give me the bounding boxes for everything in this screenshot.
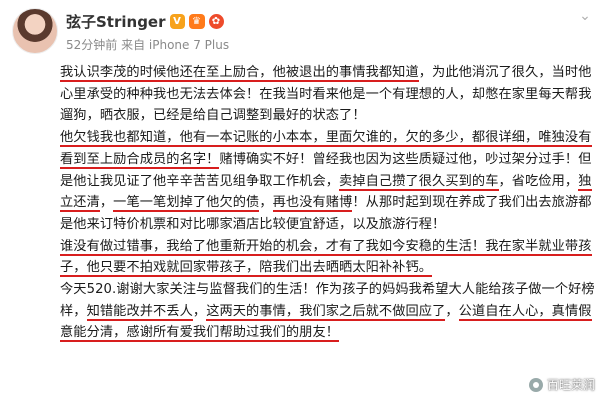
underlined-text: 我认识李茂的时候他还在至上励合，他被退出的事情我都知道 bbox=[60, 65, 419, 82]
post-paragraph: 我认识李茂的时候他还在至上励合，他被退出的事情我都知道，为此他消沉了很久，当时他… bbox=[60, 62, 600, 127]
avatar[interactable] bbox=[12, 8, 58, 54]
underlined-text: 一笔一笔划掉了他欠的债 bbox=[113, 195, 260, 213]
underlined-text: 再也没有赌博 bbox=[272, 195, 353, 213]
medal-badge-icon: ✿ bbox=[208, 14, 224, 29]
text-segment: ， bbox=[192, 303, 207, 319]
post-paragraph: 谁没有做过错事，我给了他重新开始的机会，才有了我如今安稳的生活！我在家半就业带孩… bbox=[60, 236, 600, 279]
underlined-text: 这两天的事情，我们家之后就不做回应了 bbox=[206, 303, 446, 321]
wechat-logo-icon bbox=[528, 377, 543, 392]
post-paragraph: 今天520.谢谢大家关注与监督我们的生活！作为孩子的妈妈我希望大人能给孩子做一个… bbox=[60, 279, 600, 344]
text-segment: ， bbox=[259, 195, 273, 211]
underlined-text: 谁没有做过错事，我给了他重新开始的机会，才有了我如今安稳的生活！我在家半就业带孩… bbox=[60, 238, 592, 278]
watermark-text: 百旺莱润 bbox=[546, 378, 595, 392]
post-meta: 52分钟前 来自 iPhone 7 Plus bbox=[66, 38, 230, 52]
verified-badge-icon: V bbox=[169, 14, 185, 29]
chevron-down-icon[interactable]: ⌄ bbox=[579, 9, 591, 23]
underlined-text: 卖掉自己攒了很久买到的车 bbox=[339, 173, 499, 191]
post-body: 我认识李茂的时候他还在至上励合，他被退出的事情我都知道，为此他消沉了很久，当时他… bbox=[60, 62, 600, 344]
watermark: 百旺莱润 bbox=[528, 376, 595, 393]
post-header: 弦子Stringer V ♛ ✿ 52分钟前 来自 iPhone 7 Plus … bbox=[0, 0, 605, 62]
text-segment: ， bbox=[445, 303, 459, 319]
post-paragraph: 他欠钱我也都知道，他有一本记账的小本本，里面欠谁的，欠的多少，都很详细，唯独没有… bbox=[60, 127, 600, 236]
username[interactable]: 弦子Stringer bbox=[66, 11, 166, 32]
name-row: 弦子Stringer V ♛ ✿ bbox=[66, 11, 224, 32]
text-segment: ， bbox=[99, 195, 114, 211]
underlined-text: 知错能改并不丢人 bbox=[86, 303, 193, 321]
text-segment: ，省吃俭用， bbox=[498, 173, 579, 189]
vip-crown-icon: ♛ bbox=[188, 14, 205, 29]
